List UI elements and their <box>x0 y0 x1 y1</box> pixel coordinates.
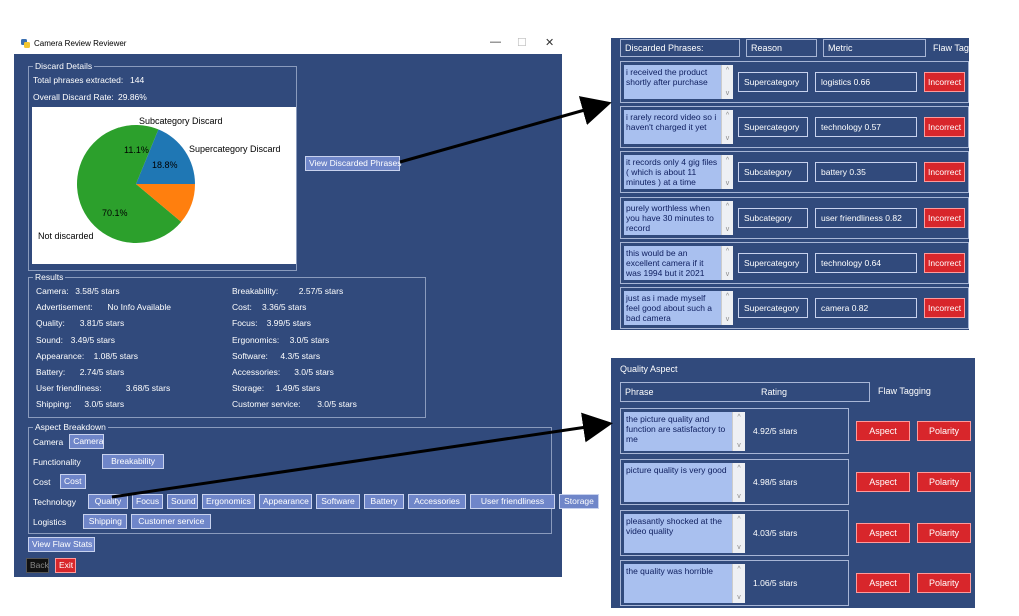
annotation-arrows <box>111 96 613 499</box>
arrow-to-discarded <box>399 96 612 164</box>
arrow-to-quality <box>111 412 613 499</box>
